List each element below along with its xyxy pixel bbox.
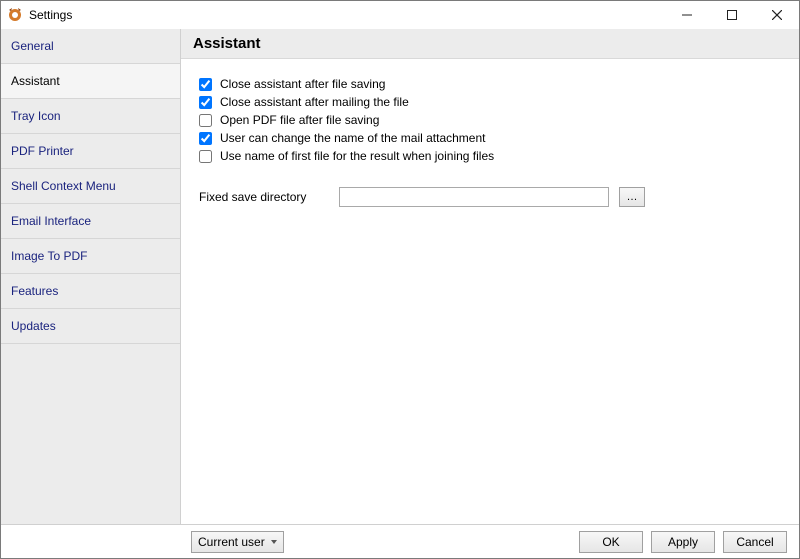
window-controls: [664, 1, 799, 29]
maximize-button[interactable]: [709, 1, 754, 29]
minimize-button[interactable]: [664, 1, 709, 29]
main-panel: Assistant Close assistant after file sav…: [181, 29, 799, 524]
option-use-first-file-name[interactable]: Use name of first file for the result wh…: [199, 149, 781, 163]
ok-button[interactable]: OK: [579, 531, 643, 553]
cancel-button[interactable]: Cancel: [723, 531, 787, 553]
sidebar-item-email-interface[interactable]: Email Interface: [1, 204, 180, 239]
sidebar-item-general[interactable]: General: [1, 29, 180, 64]
panel-title: Assistant: [181, 29, 799, 59]
app-icon: [7, 7, 23, 23]
checkbox-close-after-mail[interactable]: [199, 96, 212, 109]
sidebar-item-assistant[interactable]: Assistant: [1, 64, 180, 99]
checkbox-change-attachment-name[interactable]: [199, 132, 212, 145]
content-area: General Assistant Tray Icon PDF Printer …: [1, 29, 799, 524]
scope-select-value: Current user: [198, 535, 265, 549]
option-label: Use name of first file for the result wh…: [220, 149, 494, 163]
option-label: Close assistant after file saving: [220, 77, 385, 91]
fixed-save-directory-input[interactable]: [339, 187, 609, 207]
sidebar: General Assistant Tray Icon PDF Printer …: [1, 29, 181, 524]
option-label: User can change the name of the mail att…: [220, 131, 485, 145]
option-close-after-mail[interactable]: Close assistant after mailing the file: [199, 95, 781, 109]
browse-button[interactable]: …: [619, 187, 645, 207]
option-change-attachment-name[interactable]: User can change the name of the mail att…: [199, 131, 781, 145]
sidebar-item-tray-icon[interactable]: Tray Icon: [1, 99, 180, 134]
sidebar-item-pdf-printer[interactable]: PDF Printer: [1, 134, 180, 169]
option-close-after-save[interactable]: Close assistant after file saving: [199, 77, 781, 91]
settings-window: Settings General Assistant Tray Icon PDF…: [0, 0, 800, 559]
fixed-save-directory-row: Fixed save directory …: [199, 187, 781, 207]
panel-body: Close assistant after file saving Close …: [181, 59, 799, 524]
checkbox-open-pdf-after-save[interactable]: [199, 114, 212, 127]
close-button[interactable]: [754, 1, 799, 29]
option-label: Open PDF file after file saving: [220, 113, 379, 127]
option-open-pdf-after-save[interactable]: Open PDF file after file saving: [199, 113, 781, 127]
checkbox-use-first-file-name[interactable]: [199, 150, 212, 163]
fixed-save-directory-label: Fixed save directory: [199, 190, 329, 204]
apply-button[interactable]: Apply: [651, 531, 715, 553]
sidebar-item-updates[interactable]: Updates: [1, 309, 180, 344]
sidebar-item-image-to-pdf[interactable]: Image To PDF: [1, 239, 180, 274]
checkbox-close-after-save[interactable]: [199, 78, 212, 91]
bottom-bar: Current user OK Apply Cancel: [1, 524, 799, 558]
sidebar-item-shell-context-menu[interactable]: Shell Context Menu: [1, 169, 180, 204]
option-label: Close assistant after mailing the file: [220, 95, 409, 109]
scope-select[interactable]: Current user: [191, 531, 284, 553]
window-title: Settings: [29, 8, 72, 22]
sidebar-item-features[interactable]: Features: [1, 274, 180, 309]
titlebar: Settings: [1, 1, 799, 29]
